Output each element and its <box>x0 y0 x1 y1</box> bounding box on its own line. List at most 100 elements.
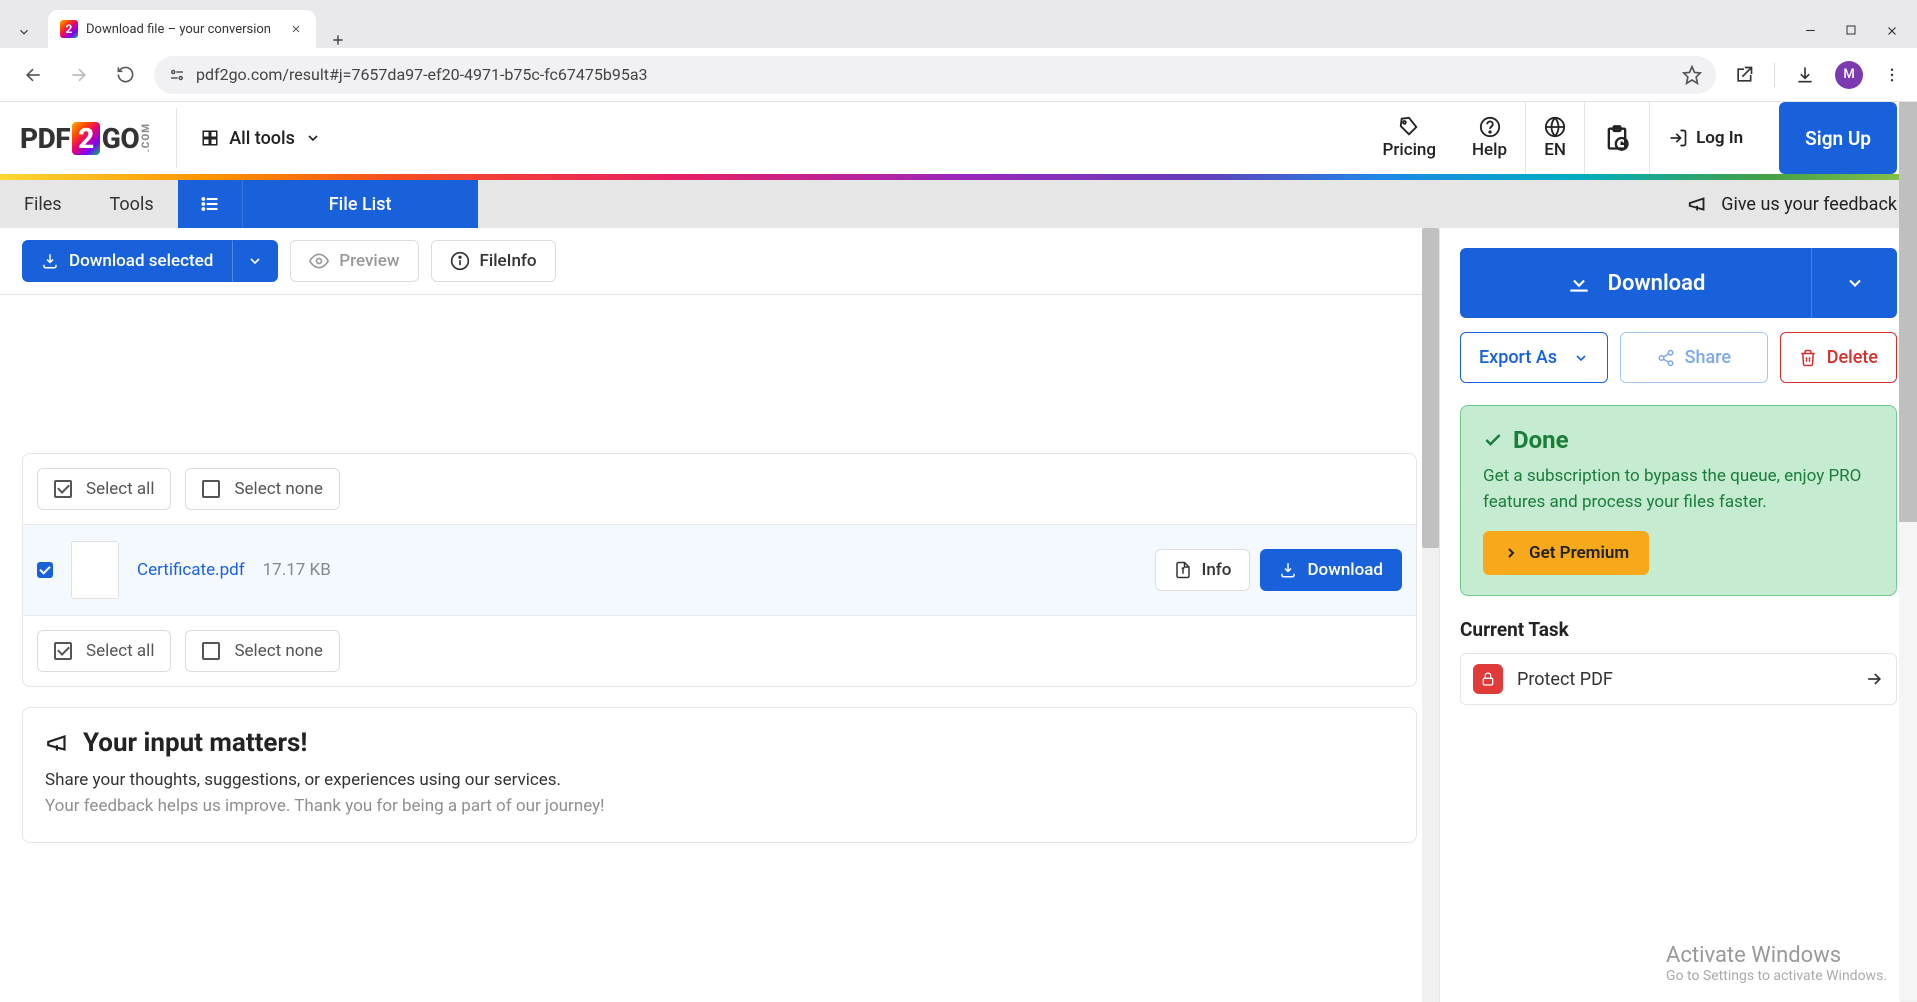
file-name-link[interactable]: Certificate.pdf <box>137 560 245 580</box>
preview-button[interactable]: Preview <box>290 240 418 282</box>
feedback-card: Your input matters! Share your thoughts,… <box>22 707 1417 843</box>
all-tools-dropdown[interactable]: All tools <box>201 128 321 149</box>
feedback-text-1: Share your thoughts, suggestions, or exp… <box>45 770 1394 790</box>
login-label: Log In <box>1696 128 1743 148</box>
help-link[interactable]: Help <box>1454 102 1525 174</box>
share-button[interactable]: Share <box>1620 332 1768 383</box>
downloads-icon[interactable] <box>1795 65 1815 85</box>
pricing-link[interactable]: Pricing <box>1365 102 1455 174</box>
download-dropdown[interactable] <box>1811 248 1897 318</box>
history-link[interactable] <box>1584 102 1649 174</box>
page-scrollbar[interactable] <box>1899 102 1917 1000</box>
info-icon <box>450 251 470 271</box>
select-all-button[interactable]: Select all <box>37 630 171 672</box>
megaphone-icon <box>45 730 71 756</box>
file-info-button[interactable]: Info <box>1155 549 1251 591</box>
select-none-button[interactable]: Select none <box>185 468 339 510</box>
fileinfo-button[interactable]: FileInfo <box>431 240 556 282</box>
checkbox-empty-icon <box>202 480 220 498</box>
url-text: pdf2go.com/result#j=7657da97-ef20-4971-b… <box>196 65 648 84</box>
lock-icon <box>1473 664 1503 694</box>
close-tab-icon[interactable] <box>288 21 304 37</box>
feedback-title: Your input matters! <box>83 728 307 758</box>
window-controls <box>1804 24 1909 48</box>
select-none-label: Select none <box>234 479 322 499</box>
extensions-icon[interactable] <box>1734 65 1754 85</box>
tab-files[interactable]: Files <box>0 180 86 228</box>
select-all-label: Select all <box>86 641 154 661</box>
file-list-label: File List <box>329 194 392 215</box>
tab-file-list[interactable]: File List <box>243 180 478 228</box>
scrollbar-thumb[interactable] <box>1422 228 1439 548</box>
scrollbar[interactable] <box>1422 228 1439 1002</box>
done-text: Get a subscription to bypass the queue, … <box>1483 464 1874 515</box>
help-icon <box>1479 116 1501 138</box>
signup-button[interactable]: Sign Up <box>1779 102 1897 174</box>
page-scrollbar-thumb[interactable] <box>1899 102 1917 522</box>
download-icon <box>1566 270 1592 296</box>
arrow-right-icon <box>1864 669 1884 689</box>
file-panel: Select all Select none Certificate.pdf 1… <box>22 453 1417 687</box>
grid-icon <box>201 129 219 147</box>
login-icon <box>1668 128 1688 148</box>
minimize-icon[interactable] <box>1804 24 1817 38</box>
logo[interactable]: PDF 2 GO .COM <box>20 122 152 155</box>
separator <box>176 108 177 168</box>
megaphone-icon <box>1687 193 1709 215</box>
favicon-icon: 2 <box>60 20 78 38</box>
new-tab-button[interactable] <box>330 32 346 48</box>
login-link[interactable]: Log In <box>1649 102 1761 174</box>
file-checkbox[interactable] <box>37 562 53 578</box>
task-protect-pdf[interactable]: Protect PDF <box>1460 653 1897 705</box>
file-info-label: Info <box>1202 560 1232 580</box>
tab-tools[interactable]: Tools <box>86 180 178 228</box>
logo-pdf: PDF <box>20 122 70 155</box>
language-selector[interactable]: EN <box>1525 102 1584 174</box>
download-icon <box>1279 561 1297 579</box>
feedback-link[interactable]: Give us your feedback <box>1667 180 1917 228</box>
trash-icon <box>1799 349 1817 367</box>
file-size: 17.17 KB <box>263 560 331 580</box>
maximize-icon[interactable] <box>1845 24 1857 38</box>
browser-tab[interactable]: 2 Download file – your conversion <box>48 10 316 48</box>
site-info-icon[interactable] <box>168 66 186 84</box>
lang-label: EN <box>1544 140 1566 160</box>
download-selected-button[interactable]: Download selected <box>22 240 232 282</box>
select-all-button[interactable]: Select all <box>37 468 171 510</box>
tabs-dropdown-button[interactable] <box>8 16 40 48</box>
task-label: Protect PDF <box>1517 669 1613 690</box>
action-bar: Download selected Preview FileInfo <box>0 228 1439 295</box>
export-as-label: Export As <box>1479 347 1557 368</box>
separator <box>1774 63 1775 87</box>
back-button[interactable] <box>16 58 50 92</box>
select-none-button[interactable]: Select none <box>185 630 339 672</box>
get-premium-button[interactable]: Get Premium <box>1483 531 1649 575</box>
checkbox-empty-icon <box>202 642 220 660</box>
clipboard-clock-icon <box>1603 124 1631 152</box>
get-premium-label: Get Premium <box>1529 543 1629 563</box>
delete-button[interactable]: Delete <box>1780 332 1897 383</box>
side-panel: Download Export As Share Delete <box>1439 228 1917 1002</box>
list-view-icon[interactable] <box>178 180 243 228</box>
pricing-label: Pricing <box>1383 140 1437 160</box>
bookmark-icon[interactable] <box>1682 65 1702 85</box>
logo-2: 2 <box>72 122 100 155</box>
download-button[interactable]: Download <box>1460 248 1811 318</box>
forward-button[interactable] <box>62 58 96 92</box>
reload-button[interactable] <box>108 58 142 92</box>
download-selected-dropdown[interactable] <box>232 240 278 282</box>
logo-go: GO <box>102 122 139 155</box>
chevron-down-icon <box>305 130 321 146</box>
close-window-icon[interactable] <box>1885 24 1899 38</box>
url-input[interactable]: pdf2go.com/result#j=7657da97-ef20-4971-b… <box>154 56 1716 94</box>
feedback-text-2: Your feedback helps us improve. Thank yo… <box>45 796 1394 816</box>
file-download-button[interactable]: Download <box>1260 549 1402 591</box>
file-download-label: Download <box>1307 560 1383 580</box>
chevron-right-icon <box>1503 545 1519 561</box>
current-task-title: Current Task <box>1460 618 1897 641</box>
export-as-button[interactable]: Export As <box>1460 332 1608 383</box>
help-label: Help <box>1472 140 1507 160</box>
menu-icon[interactable] <box>1883 66 1901 84</box>
profile-avatar[interactable]: M <box>1835 61 1863 89</box>
done-card: Done Get a subscription to bypass the qu… <box>1460 405 1897 596</box>
